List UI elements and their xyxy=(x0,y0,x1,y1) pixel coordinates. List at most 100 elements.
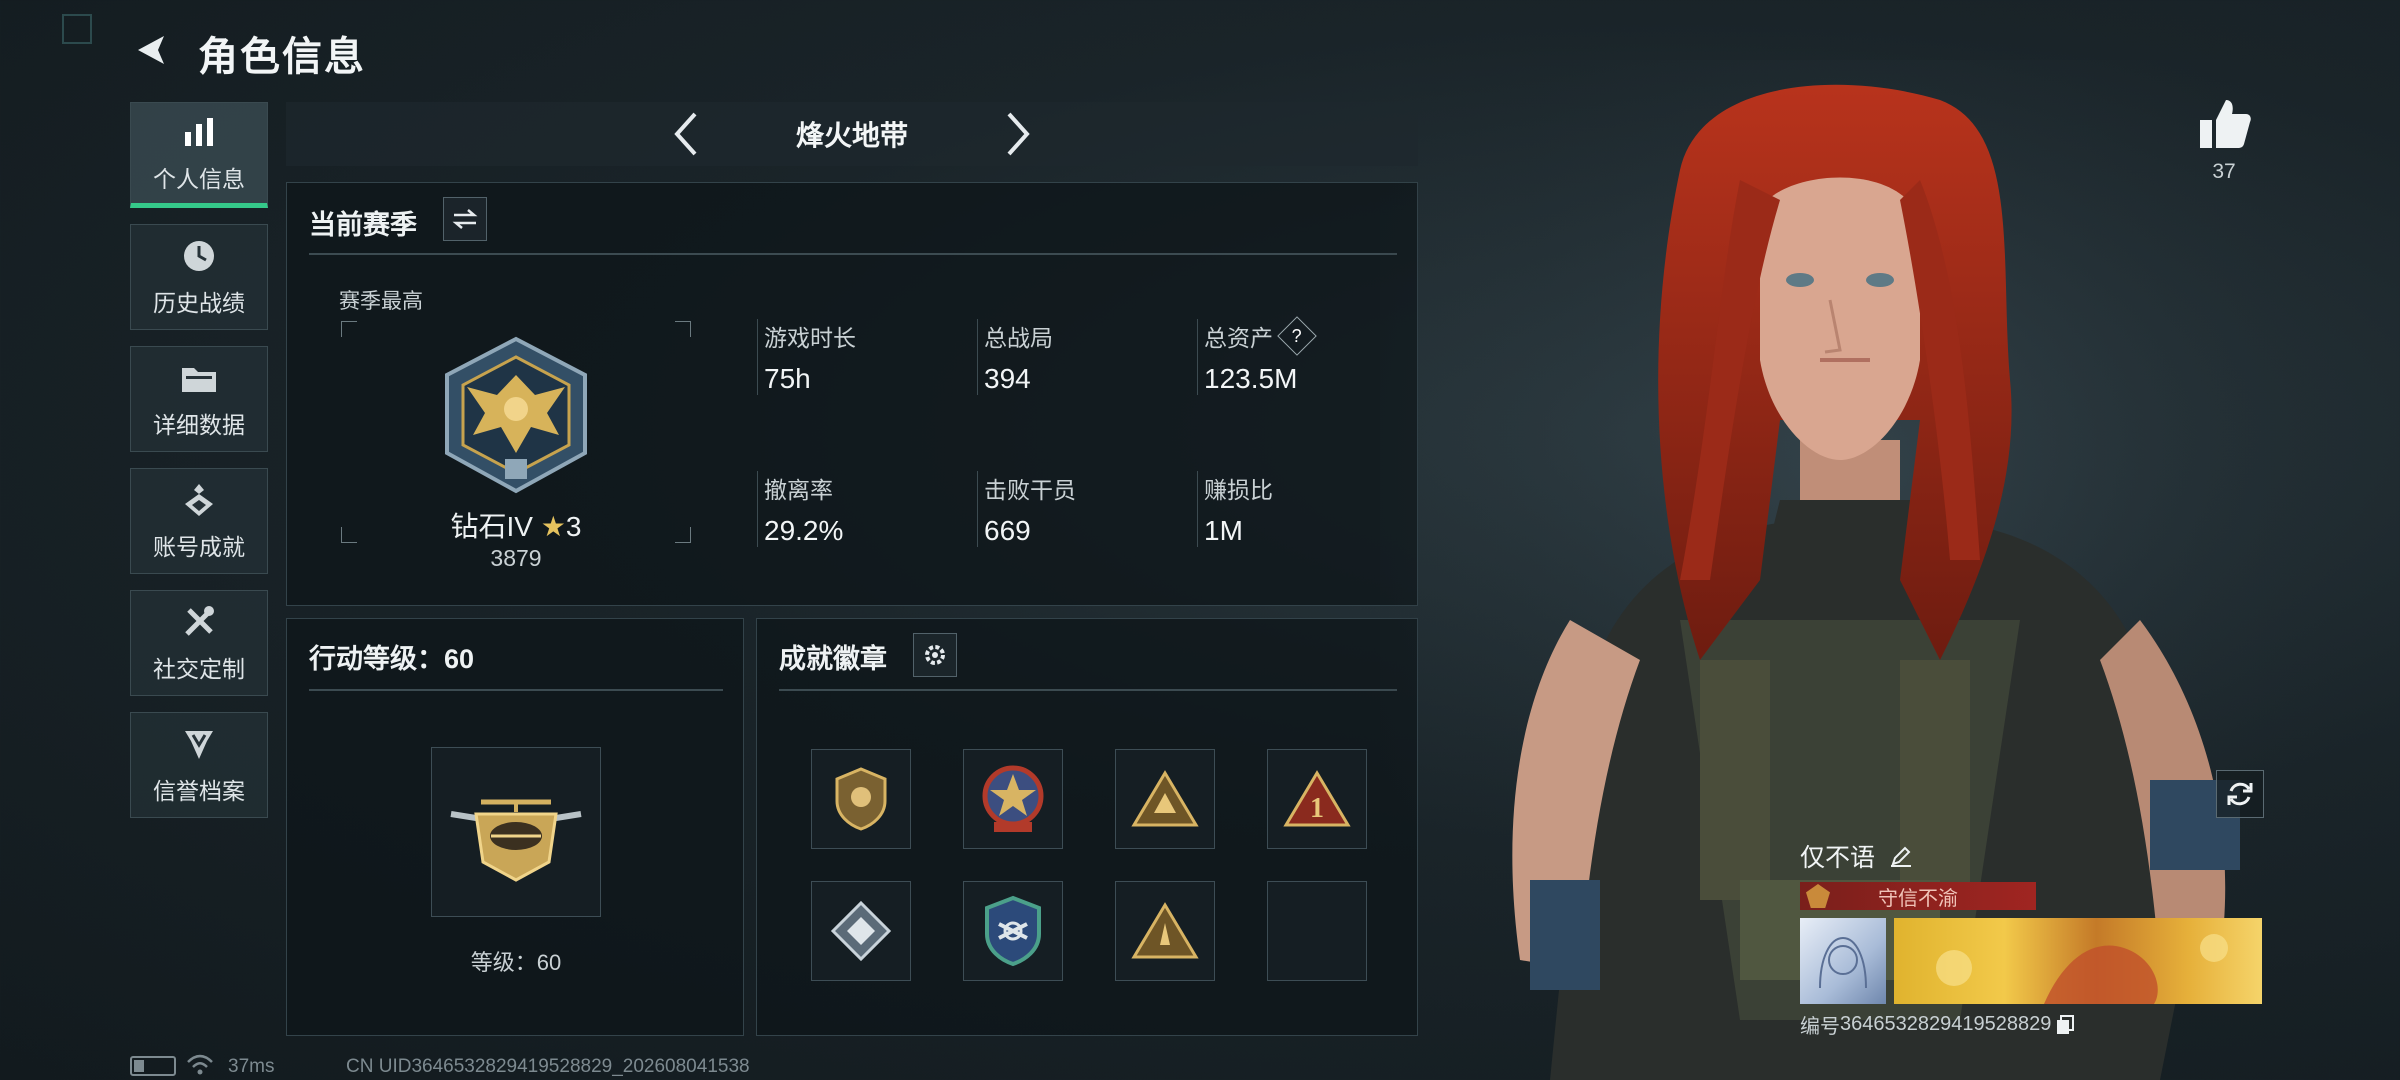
triangle-badge-icon xyxy=(1131,902,1199,959)
clock-icon xyxy=(181,236,217,276)
nav-item-personal-info[interactable]: 个人信息 xyxy=(130,102,268,208)
player-title-banner[interactable]: 守信不渝 xyxy=(1800,882,2036,910)
chevron-left-icon xyxy=(674,112,697,156)
uid-text: CN UID3646532829419528829_202608041538 xyxy=(346,1056,750,1077)
season-title: 当前赛季 xyxy=(309,210,417,240)
copy-id-button[interactable] xyxy=(2055,1014,2075,1036)
refresh-icon xyxy=(2227,782,2253,806)
thumbs-up-icon xyxy=(2200,100,2251,148)
swap-icon xyxy=(452,209,478,229)
triangle-badge-icon xyxy=(1131,770,1199,827)
season-best-label: 赛季最高 xyxy=(339,290,423,313)
nav-label: 信誉档案 xyxy=(153,778,245,804)
next-mode-button[interactable] xyxy=(998,107,1038,161)
nav-label: 社交定制 xyxy=(153,656,245,682)
divider xyxy=(309,689,723,691)
crest-badge-icon xyxy=(985,895,1041,967)
badge-slot-empty[interactable] xyxy=(1267,881,1367,981)
like-button[interactable] xyxy=(2196,96,2252,152)
player-name-card: 仅不语 守信不渝 编号 3646532829419528829 xyxy=(1800,838,2266,1039)
stat-value: 1M xyxy=(1204,515,1243,546)
like-count: 37 xyxy=(2212,160,2236,183)
player-id-label: 编号 xyxy=(1800,1016,1840,1038)
nav-item-detail-data[interactable]: 详细数据 xyxy=(130,346,268,452)
stat-total-matches: 总战局 394 xyxy=(977,319,1177,395)
stat-profit-ratio: 赚损比 1M xyxy=(1197,471,1397,547)
stat-value: 123.5M xyxy=(1204,363,1298,394)
pencil-icon xyxy=(1891,846,1912,867)
nav-label: 账号成就 xyxy=(153,534,245,560)
stat-label: 撤离率 xyxy=(764,477,833,503)
shield-badge-icon xyxy=(835,767,887,831)
mode-name: 烽火地带 xyxy=(795,120,908,151)
stat-label: 游戏时长 xyxy=(764,325,856,351)
svg-text:1: 1 xyxy=(1310,793,1324,824)
nav-label: 历史战绩 xyxy=(153,290,245,316)
rank-name: 钻石IV xyxy=(450,511,533,542)
diamond-badge-icon xyxy=(830,900,892,962)
action-level-panel: 行动等级：60 等级：60 xyxy=(286,618,744,1036)
stat-value: 75h xyxy=(764,363,811,394)
help-icon[interactable]: ? xyxy=(1277,316,1317,356)
stat-total-assets: 总资产 ? 123.5M xyxy=(1197,316,1397,395)
badge-slot[interactable] xyxy=(1115,881,1215,981)
folder-icon xyxy=(180,358,218,398)
star-icon: ★ xyxy=(540,511,566,542)
divider xyxy=(779,689,1397,691)
back-arrow-icon xyxy=(138,36,164,64)
mode-selector: 烽火地带 xyxy=(286,102,1418,166)
bar-chart-icon xyxy=(182,112,216,152)
refresh-button[interactable] xyxy=(2216,770,2264,818)
wifi-icon xyxy=(186,1054,214,1080)
player-name: 仅不语 xyxy=(1800,844,1876,872)
nav-item-social-custom[interactable]: 社交定制 xyxy=(130,590,268,696)
badge-slot[interactable] xyxy=(963,749,1063,849)
stat-extract-rate: 撤离率 29.2% xyxy=(757,471,957,547)
badge-slot[interactable] xyxy=(811,881,911,981)
star-medal-icon xyxy=(982,765,1044,832)
stat-value: 394 xyxy=(984,363,1031,394)
level-title: 行动等级：60 xyxy=(309,644,475,674)
name-card-banner[interactable] xyxy=(1894,918,2262,1004)
stat-kills: 击败干员 669 xyxy=(977,471,1177,547)
avatar[interactable] xyxy=(1800,918,1886,1004)
badge-settings-button[interactable] xyxy=(913,633,957,677)
stat-label: 总战局 xyxy=(984,325,1053,351)
rank-stars: 3 xyxy=(565,511,582,542)
season-switch-button[interactable] xyxy=(443,197,487,241)
nav-item-credit-record[interactable]: 信誉档案 xyxy=(130,712,268,818)
number-one-badge-icon: 1 xyxy=(1283,770,1351,827)
stat-value: 669 xyxy=(984,515,1031,546)
corner-decoration xyxy=(62,14,92,44)
badges-title: 成就徽章 xyxy=(779,644,887,674)
stat-play-time: 游戏时长 75h xyxy=(757,319,957,395)
badge-slot[interactable] xyxy=(811,749,911,849)
achievement-badges-panel: 成就徽章 1 xyxy=(756,618,1418,1036)
rank-points: 3879 xyxy=(490,545,542,571)
stat-label: 总资产 xyxy=(1204,325,1273,351)
edit-name-button[interactable] xyxy=(1889,844,1913,868)
stat-label: 赚损比 xyxy=(1204,477,1273,503)
prev-mode-button[interactable] xyxy=(666,107,706,161)
season-panel: 当前赛季 赛季最高 钻石IV ★3 3879 游戏时长 75h 总战局 394 xyxy=(286,182,1418,606)
badge-slot[interactable]: 1 xyxy=(1267,749,1367,849)
rank-emblem xyxy=(435,335,597,495)
stat-label: 击败干员 xyxy=(984,477,1076,503)
nav-item-history[interactable]: 历史战绩 xyxy=(130,224,268,330)
rank-title: 钻石IV ★3 xyxy=(341,505,691,545)
gear-icon xyxy=(925,645,945,665)
divider xyxy=(309,253,1397,255)
ping-text: 37ms xyxy=(228,1056,275,1077)
diamond-badge-icon xyxy=(182,480,216,520)
side-nav: 个人信息 历史战绩 详细数据 账号成就 社交定制 信誉档案 xyxy=(130,102,268,834)
battery-icon xyxy=(130,1056,176,1076)
title-emblem-icon xyxy=(1806,884,1830,908)
level-caption: 等级：60 xyxy=(470,950,562,975)
badge-slot[interactable] xyxy=(963,881,1063,981)
chevron-right-icon xyxy=(1007,112,1030,156)
nav-item-achievements[interactable]: 账号成就 xyxy=(130,468,268,574)
badge-slot[interactable] xyxy=(1115,749,1215,849)
back-button[interactable] xyxy=(128,26,176,74)
player-id: 3646532829419528829 xyxy=(1840,1013,2052,1035)
nav-label: 详细数据 xyxy=(153,412,245,438)
